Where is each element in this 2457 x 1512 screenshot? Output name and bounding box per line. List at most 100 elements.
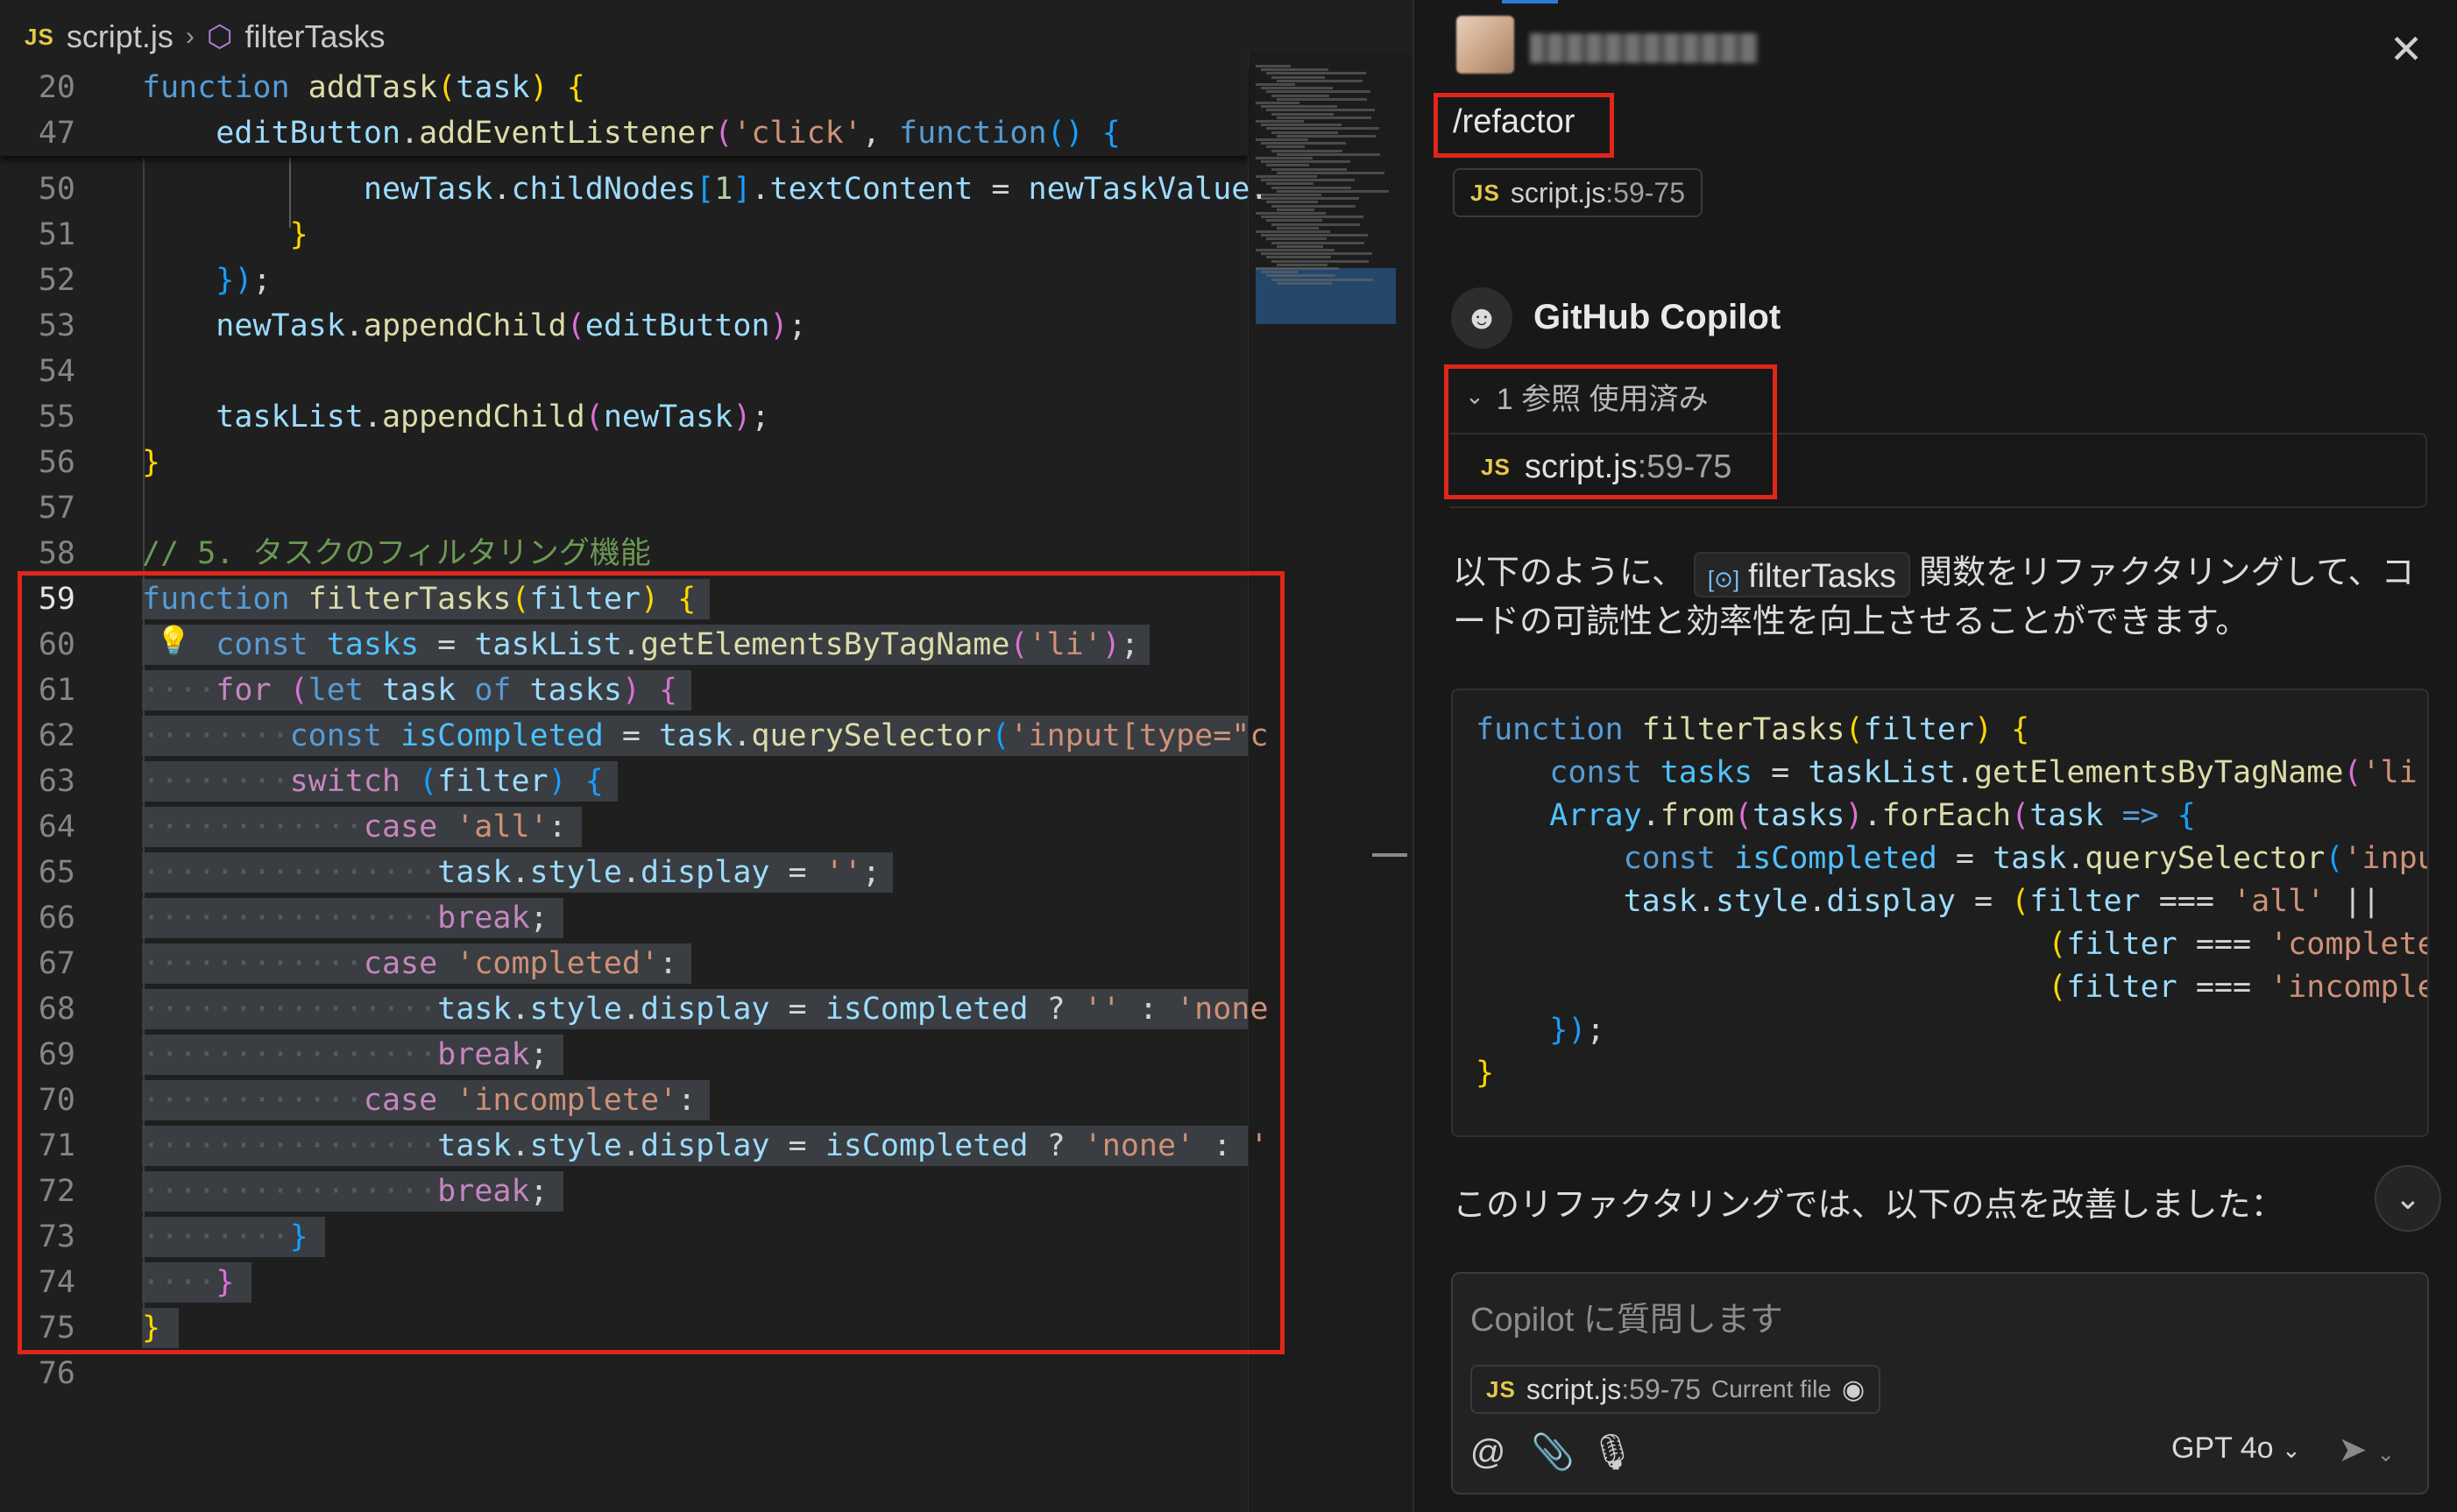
code-line[interactable]: 57 [0, 485, 1248, 531]
scroll-down-button[interactable]: ⌄ [2375, 1165, 2441, 1232]
code-line[interactable]: 52 }); [0, 258, 1248, 303]
code-token: === [2140, 884, 2233, 919]
line-number[interactable]: 52 [0, 258, 75, 303]
minimap-line [1261, 197, 1359, 201]
code-token: = [1752, 755, 1809, 790]
breadcrumb-symbol[interactable]: filterTasks [245, 18, 386, 55]
code-line[interactable]: 76 [0, 1351, 1248, 1396]
line-number[interactable]: 55 [0, 394, 75, 440]
minimap-line [1271, 241, 1364, 244]
code-token: newTask [363, 172, 493, 207]
breadcrumb-file[interactable]: script.js [67, 18, 173, 55]
code-token: [ [696, 172, 715, 207]
code-token: () { [1046, 116, 1121, 151]
close-icon[interactable]: ✕ [2382, 25, 2431, 74]
line-number[interactable]: 76 [0, 1351, 75, 1396]
minimap-line [1277, 79, 1363, 82]
code-line[interactable]: 50 newTask.childNodes[1].textContent = n… [0, 166, 1269, 212]
model-selector[interactable]: GPT 4o ⌄ [2171, 1431, 2301, 1466]
breadcrumb: JS script.js › ⬡ filterTasks [25, 12, 386, 61]
symbol-chip[interactable]: [⊙] filterTasks [1693, 551, 1911, 597]
minimap-line [1261, 271, 1298, 274]
minimap-line [1266, 145, 1305, 149]
line-number[interactable]: 58 [0, 531, 75, 576]
minimap-line [1256, 249, 1335, 251]
microphone-icon[interactable]: 🎙 [1588, 1428, 1637, 1477]
code-line[interactable]: 54 [0, 349, 1248, 394]
line-number[interactable]: 51 [0, 212, 75, 258]
code-token: ; [1586, 1013, 1605, 1048]
code-line[interactable]: 47 editButton.addEventListener('click', … [0, 110, 1248, 156]
send-button[interactable]: ➤ ⌄ [2338, 1430, 2395, 1470]
attach-icon[interactable]: 📎 [1528, 1428, 1577, 1477]
assistant-message: 以下のように、 [⊙] filterTasks 関数をリファクタリングして、コードの可… [1453, 548, 2425, 646]
eye-icon[interactable]: ◉ [1842, 1374, 1865, 1405]
chip-label: Current file [1711, 1375, 1831, 1402]
code-token: function [142, 70, 308, 105]
current-file-chip[interactable]: JS script.js:59-75 Current file ◉ [1470, 1365, 1881, 1414]
line-number[interactable]: 54 [0, 349, 75, 394]
code-line[interactable]: 51 } [0, 212, 1248, 258]
code-token: from [1660, 798, 1735, 833]
code-token: newTask [603, 399, 733, 435]
line-number[interactable]: 50 [0, 166, 75, 212]
code-token: . [1250, 172, 1269, 207]
code-token: appendChild [363, 308, 567, 343]
code-block[interactable]: function filterTasks(filter) { const tas… [1451, 689, 2429, 1137]
minimap-line [1256, 267, 1339, 270]
code-token: editButton [584, 308, 770, 343]
minimap-line [1261, 160, 1350, 164]
code-line[interactable]: 56} [0, 440, 1248, 485]
minimap-line [1271, 186, 1351, 189]
code-token: filterTasks [1641, 712, 1845, 747]
code-token: 'all' [2233, 884, 2326, 919]
code-token: addEventListener [419, 116, 715, 151]
minimap-line [1266, 72, 1366, 75]
minimap-line [1256, 102, 1299, 104]
line-number[interactable]: 47 [0, 110, 75, 156]
minimap-line [1277, 263, 1328, 266]
minimap-line [1277, 208, 1314, 211]
code-token: filter [2066, 970, 2177, 1005]
code-token: . [1641, 798, 1660, 833]
code-token: { [2158, 798, 2196, 833]
minimap-line [1256, 120, 1304, 123]
code-token: === [2177, 970, 2270, 1005]
code-token: const [1549, 755, 1660, 790]
line-number[interactable]: 20 [0, 65, 75, 110]
code-token: , [861, 116, 899, 151]
code-token: style [1715, 884, 1809, 919]
sticky-scroll-header[interactable]: 20 function addTask(task) {47 editButton.… [0, 65, 1248, 156]
code-editor[interactable]: JS script.js › ⬡ filterTasks 20 function … [0, 0, 1411, 1512]
code-token: ( [584, 399, 604, 435]
line-number[interactable]: 57 [0, 485, 75, 531]
code-line[interactable]: 53 newTask.appendChild(editButton); [0, 303, 1248, 349]
code-token: } [289, 217, 308, 252]
code-block-line: } [1476, 1051, 1494, 1095]
context-file-chip[interactable]: JS script.js:59-75 [1453, 168, 1703, 217]
code-token: ( [437, 70, 457, 105]
code-token: function [899, 116, 1047, 151]
code-line[interactable]: 55 taskList.appendChild(newTask); [0, 394, 1248, 440]
code-line[interactable]: 20 function addTask(task) { [0, 65, 1248, 110]
symbol-icon: [⊙] [1707, 565, 1740, 592]
line-number[interactable]: 56 [0, 440, 75, 485]
minimap-line [1271, 259, 1369, 263]
code-token: } [142, 445, 161, 480]
code-token: = [973, 172, 1029, 207]
line-number[interactable]: 53 [0, 303, 75, 349]
code-token: filter [2066, 927, 2177, 962]
code-token: const [1623, 841, 1735, 876]
minimap-line [1256, 157, 1313, 159]
code-token: ) { [529, 70, 585, 105]
mention-icon[interactable]: @ [1463, 1428, 1512, 1477]
code-token: } [1476, 1056, 1495, 1091]
code-line[interactable]: 58 // 5. タスクのフィルタリング機能 [0, 531, 1248, 576]
minimap-line [1277, 171, 1384, 174]
minimap-line [1261, 105, 1337, 109]
js-file-icon: JS [1486, 1375, 1516, 1402]
minimap-line [1266, 164, 1309, 167]
model-label: GPT 4o [2171, 1431, 2274, 1465]
chat-input[interactable] [1470, 1297, 2259, 1344]
code-token: . [344, 308, 364, 343]
